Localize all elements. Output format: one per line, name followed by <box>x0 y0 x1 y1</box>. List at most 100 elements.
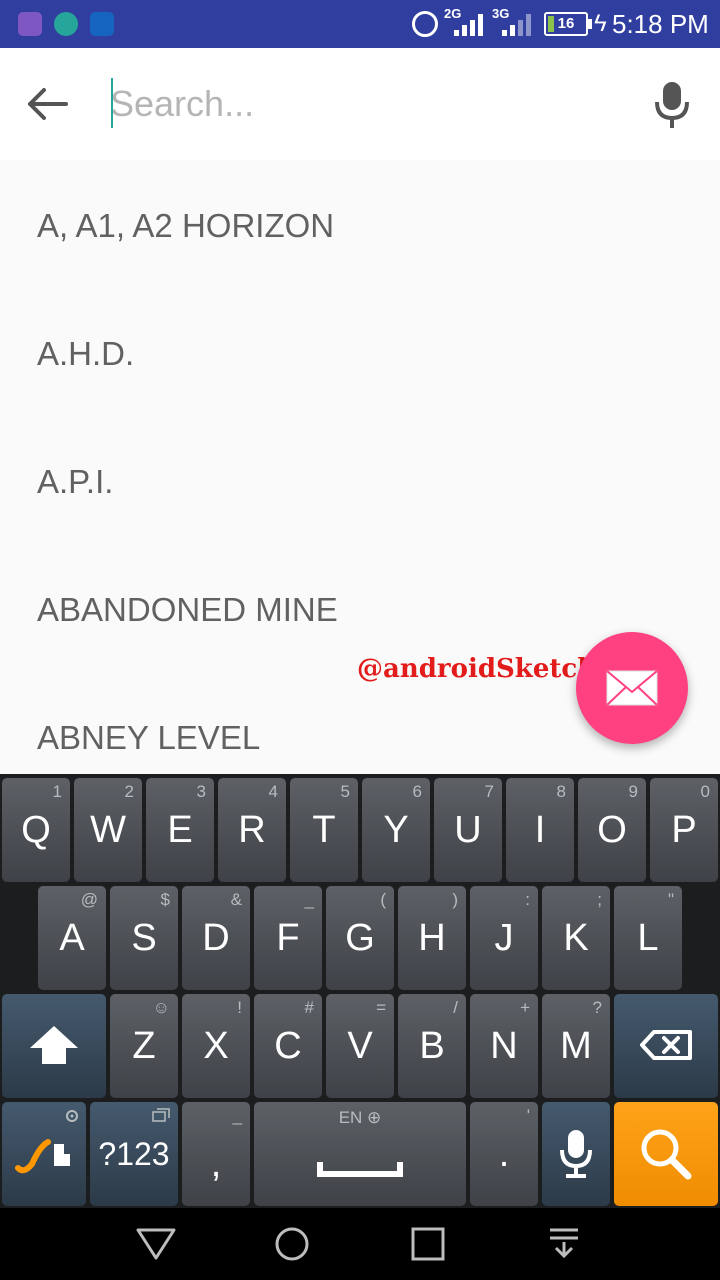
key-hint: 1 <box>52 782 62 801</box>
key-label: A <box>59 917 85 959</box>
backspace-icon <box>640 1030 692 1060</box>
status-clock: 5:18 PM <box>612 9 709 39</box>
comma-key-hint: _ <box>232 1106 242 1125</box>
space-key[interactable]: EN ⊕ <box>254 1102 466 1206</box>
key-label: N <box>490 1025 518 1067</box>
usb-notification-icon <box>90 12 114 36</box>
key-hint: 3 <box>196 782 206 801</box>
email-fab-button[interactable] <box>576 632 688 744</box>
key-label: T <box>312 809 336 851</box>
key-hint: 2 <box>124 782 134 801</box>
key-c[interactable]: # C <box>254 994 322 1098</box>
key-label: G <box>345 917 375 959</box>
comma-key[interactable]: , _ <box>182 1102 250 1206</box>
key-z[interactable]: ☺ Z <box>110 994 178 1098</box>
key-label: F <box>276 917 300 959</box>
key-m[interactable]: ? M <box>542 994 610 1098</box>
globe-notification-icon <box>54 12 78 36</box>
key-label: E <box>167 809 193 851</box>
signal-strength-icon <box>502 14 532 36</box>
key-n[interactable]: + N <box>470 994 538 1098</box>
key-b[interactable]: / B <box>398 994 466 1098</box>
key-label: L <box>637 917 659 959</box>
swype-key[interactable] <box>2 1102 86 1206</box>
list-item[interactable]: A, A1, A2 HORIZON <box>0 162 720 290</box>
key-hint: / <box>453 998 458 1017</box>
key-label: J <box>494 917 514 959</box>
keyboard-notification-icon <box>18 12 42 36</box>
key-a[interactable]: @ A <box>38 886 106 990</box>
key-v[interactable]: = V <box>326 994 394 1098</box>
battery-tip <box>588 19 592 29</box>
soft-keyboard: 1Q2W3E4R5T6Y7U8I9O0P @ A $ S & D _ F(G) H: J; K " L … <box>0 774 720 1208</box>
key-label: W <box>90 809 126 851</box>
key-label: C <box>274 1025 302 1067</box>
key-d[interactable]: & D <box>182 886 250 990</box>
key-x[interactable]: ! X <box>182 994 250 1098</box>
period-key[interactable]: . ' <box>470 1102 538 1206</box>
clipboard-icon <box>152 1108 170 1122</box>
key-hint: 9 <box>628 782 638 801</box>
key-hint: + <box>520 998 530 1017</box>
delete-key[interactable] <box>614 994 718 1098</box>
key-e[interactable]: 3E <box>146 778 214 882</box>
key-u[interactable]: 7U <box>434 778 502 882</box>
period-key-hint: ' <box>526 1106 530 1125</box>
key-l[interactable]: " L <box>614 886 682 990</box>
text-cursor <box>111 78 113 128</box>
key-hint: 8 <box>556 782 566 801</box>
key-hint: " <box>667 890 674 909</box>
key-hint: ; <box>597 890 602 909</box>
key-j[interactable]: :J <box>470 886 538 990</box>
home-circle-icon[interactable] <box>272 1226 312 1262</box>
search-icon <box>641 1129 692 1180</box>
back-triangle-icon[interactable] <box>134 1226 178 1262</box>
key-label: X <box>203 1025 229 1067</box>
key-t[interactable]: 5T <box>290 778 358 882</box>
microphone-icon <box>560 1130 592 1178</box>
key-k[interactable]: ; K <box>542 886 610 990</box>
key-label: M <box>560 1025 592 1067</box>
navigation-bar <box>0 1208 720 1280</box>
key-f[interactable]: _ F <box>254 886 322 990</box>
key-hint: # <box>304 998 314 1017</box>
key-label: K <box>563 917 589 959</box>
back-arrow-icon[interactable] <box>26 84 70 124</box>
notification-pulldown-icon[interactable] <box>546 1226 582 1262</box>
shift-key[interactable] <box>2 994 106 1098</box>
key-w[interactable]: 2W <box>74 778 142 882</box>
key-label: S <box>131 917 157 959</box>
list-item[interactable]: A.H.D. <box>0 290 720 418</box>
shift-icon <box>30 1026 78 1064</box>
key-h[interactable]: ) H <box>398 886 466 990</box>
key-label: D <box>202 917 230 959</box>
key-o[interactable]: 9O <box>578 778 646 882</box>
key-p[interactable]: 0P <box>650 778 718 882</box>
key-label: P <box>671 809 697 851</box>
key-s[interactable]: $ S <box>110 886 178 990</box>
key-g[interactable]: (G <box>326 886 394 990</box>
key-hint: 5 <box>340 782 350 801</box>
key-q[interactable]: 1Q <box>2 778 70 882</box>
search-key[interactable] <box>614 1102 718 1206</box>
key-hint: ( <box>380 890 386 909</box>
recents-square-icon[interactable] <box>410 1226 446 1262</box>
key-label: O <box>597 809 627 851</box>
key-i[interactable]: 8I <box>506 778 574 882</box>
key-r[interactable]: 4R <box>218 778 286 882</box>
battery-icon: 16 <box>544 12 588 36</box>
envelope-icon <box>606 670 658 706</box>
key-label: U <box>454 809 482 851</box>
key-label: B <box>419 1025 445 1067</box>
voice-input-key[interactable] <box>542 1102 610 1206</box>
key-hint: ! <box>237 998 242 1017</box>
voice-search-microphone-icon[interactable] <box>652 80 692 130</box>
gear-icon <box>66 1110 78 1122</box>
list-item[interactable]: A.P.I. <box>0 418 720 546</box>
search-input[interactable] <box>110 76 610 132</box>
spacebar-icon <box>317 1162 403 1177</box>
key-hint: _ <box>304 890 314 909</box>
key-y[interactable]: 6Y <box>362 778 430 882</box>
symbols-key[interactable]: ?123 <box>90 1102 178 1206</box>
key-label: R <box>238 809 266 851</box>
